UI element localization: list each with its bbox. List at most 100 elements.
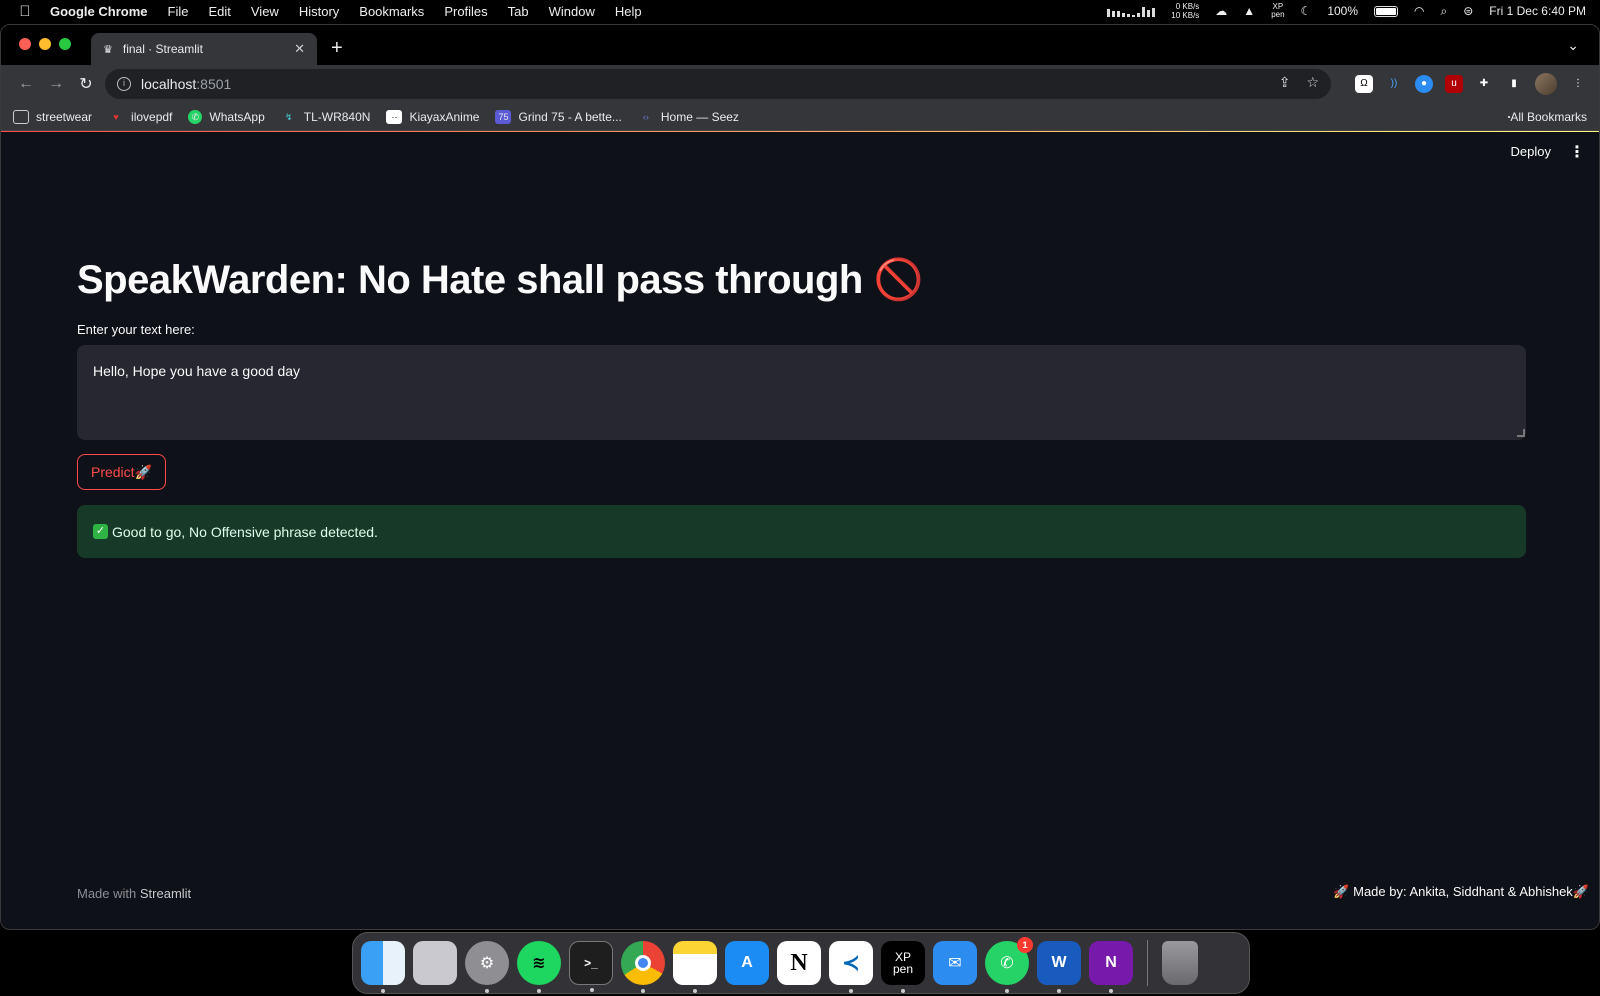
spotlight-search-icon[interactable]: ⌕	[1441, 4, 1448, 19]
deploy-button[interactable]: Deploy	[1511, 144, 1551, 159]
footer-prefix: Made with	[77, 886, 137, 901]
footer-made-with: Made with Streamlit	[77, 886, 191, 901]
tab-search-chevron-icon[interactable]: ⌄	[1567, 37, 1579, 54]
menu-tab[interactable]: Tab	[508, 4, 529, 19]
text-input-area[interactable]	[77, 345, 1526, 440]
side-panel-icon[interactable]: ▮	[1505, 75, 1523, 93]
chrome-icon[interactable]	[621, 941, 665, 993]
vscode-icon[interactable]: ≺	[829, 941, 873, 993]
bookmark-grind75[interactable]: 75 Grind 75 - A bette...	[495, 109, 622, 124]
extension-voice-icon[interactable]: ))	[1385, 75, 1403, 93]
menu-app-name[interactable]: Google Chrome	[50, 4, 148, 19]
zoom-window-button[interactable]	[59, 38, 71, 50]
chrome-menu-icon[interactable]: ⋮	[1569, 75, 1587, 93]
moon-icon[interactable]: ☾	[1301, 4, 1312, 18]
browser-toolbar: ← → ↻ i localhost:8501 ⇪ ☆ Ω )) ● u ✚ ▮ …	[1, 65, 1599, 103]
footer-streamlit-link[interactable]: Streamlit	[140, 886, 191, 901]
forward-arrow-icon[interactable]: →	[41, 75, 71, 93]
streamlit-page: Deploy ⋮ SpeakWarden: No Hate shall pass…	[1, 132, 1599, 926]
extension-ublock-icon[interactable]: u	[1445, 75, 1463, 93]
profile-avatar[interactable]	[1535, 73, 1557, 95]
extensions-puzzle-icon[interactable]: ✚	[1475, 75, 1493, 93]
menu-profiles[interactable]: Profiles	[444, 4, 487, 19]
new-tab-plus-icon[interactable]: +	[331, 37, 343, 60]
close-tab-icon[interactable]: ✕	[294, 41, 305, 57]
all-bookmarks-button[interactable]: All Bookmarks	[1508, 110, 1587, 124]
notes-icon[interactable]	[673, 941, 717, 993]
address-bar[interactable]: i localhost:8501 ⇪ ☆	[105, 69, 1331, 99]
net-down-speed: 10 KB/s	[1171, 11, 1200, 20]
tplink-icon: ↯	[284, 111, 293, 122]
menu-bookmarks[interactable]: Bookmarks	[359, 4, 424, 19]
site-info-icon[interactable]: i	[117, 77, 131, 91]
extension-omega-icon[interactable]: Ω	[1355, 75, 1373, 93]
streamlit-crown-icon: ♛	[103, 43, 113, 56]
wifi-icon[interactable]: ◠	[1414, 4, 1424, 18]
close-window-button[interactable]	[19, 38, 31, 50]
success-message: Good to go, No Offensive phrase detected…	[112, 523, 378, 540]
system-settings-icon[interactable]: ⚙	[465, 941, 509, 993]
menu-view[interactable]: View	[251, 4, 279, 19]
battery-icon[interactable]	[1374, 5, 1399, 17]
app-store-icon[interactable]: A	[725, 941, 769, 985]
spotify-icon[interactable]: ≋	[517, 941, 561, 993]
tab-active[interactable]: ♛ final · Streamlit ✕	[91, 33, 317, 65]
battery-percent: 100%	[1327, 4, 1359, 18]
whatsapp-dock-icon[interactable]: ✆ 1	[985, 937, 1033, 993]
url-host: localhost	[141, 76, 197, 92]
xppen-icon[interactable]: XP pen	[1271, 3, 1284, 19]
network-speed[interactable]: 0 KB/s 10 KB/s	[1171, 2, 1199, 20]
back-arrow-icon[interactable]: ←	[11, 75, 41, 93]
bookmarks-bar: streetwear ♥ ilovepdf ✆ WhatsApp ↯ TL-WR…	[1, 103, 1599, 131]
net-up-speed: 0 KB/s	[1175, 2, 1200, 11]
bookmark-seez[interactable]: ‹› Home — Seez	[638, 110, 739, 124]
trash-icon[interactable]	[1162, 941, 1198, 985]
launchpad-icon[interactable]	[413, 941, 457, 985]
menu-help[interactable]: Help	[615, 4, 642, 19]
footer-credits: 🚀 Made by: Ankita, Siddhant & Abhishek🚀	[1333, 884, 1589, 899]
onenote-icon[interactable]: N	[1089, 941, 1133, 993]
share-icon[interactable]: ⇪	[1279, 74, 1291, 91]
heart-icon: ♥	[113, 111, 119, 122]
text-input-label: Enter your text here:	[77, 322, 195, 337]
terminal-icon[interactable]: >_	[569, 941, 613, 992]
bookmark-star-icon[interactable]: ☆	[1306, 74, 1319, 91]
control-center-icon[interactable]: ⊜	[1463, 4, 1473, 18]
main-menu-kebab-icon[interactable]: ⋮	[1569, 142, 1585, 162]
predict-button[interactable]: Predict🚀	[77, 454, 166, 490]
bookmark-ilovepdf[interactable]: ♥ ilovepdf	[108, 110, 172, 124]
finder-icon[interactable]	[361, 941, 405, 993]
apple-icon[interactable]: 	[0, 3, 50, 20]
xppen-dock-icon[interactable]: XP pen	[881, 941, 925, 993]
whatsapp-icon: ✆	[188, 109, 203, 124]
menu-file[interactable]: File	[168, 4, 189, 19]
bookmark-label: KiayaxAnime	[409, 109, 480, 124]
minimize-window-button[interactable]	[39, 38, 51, 50]
macos-dock: ⚙ ≋ >_ A N ≺ XP pen ✉ ✆ 1 W N	[352, 932, 1250, 994]
menubar-clock[interactable]: Fri 1 Dec 6:40 PM	[1489, 4, 1586, 18]
bookmark-kiayaxanime[interactable]: ·· KiayaxAnime	[386, 109, 480, 124]
mail-icon[interactable]: ✉	[933, 941, 977, 985]
resize-handle-icon[interactable]	[1517, 429, 1525, 437]
notion-icon[interactable]: N	[777, 941, 821, 985]
bookmark-label: Home — Seez	[660, 109, 739, 124]
bookmark-label: streetwear	[36, 109, 93, 124]
cloud-icon[interactable]: ☁	[1215, 4, 1227, 18]
folder-icon	[13, 109, 29, 124]
bookmark-label: WhatsApp	[209, 109, 265, 124]
success-alert: ✓ Good to go, No Offensive phrase detect…	[77, 505, 1526, 558]
cpu-graph-icon[interactable]	[1107, 5, 1156, 17]
reload-icon[interactable]: ↻	[71, 74, 101, 94]
tab-strip: ♛ final · Streamlit ✕ + ⌄	[1, 25, 1599, 65]
word-icon[interactable]: W	[1037, 941, 1081, 993]
bookmark-streetwear[interactable]: streetwear	[13, 109, 93, 124]
bookmark-whatsapp[interactable]: ✆ WhatsApp	[188, 109, 265, 124]
all-bookmarks-label: All Bookmarks	[1510, 109, 1587, 124]
menu-window[interactable]: Window	[549, 4, 595, 19]
menu-edit[interactable]: Edit	[208, 4, 230, 19]
drive-icon[interactable]: ▲	[1243, 4, 1255, 18]
extension-blue-icon[interactable]: ●	[1415, 75, 1433, 93]
window-controls	[19, 38, 71, 50]
bookmark-tl-wr840n[interactable]: ↯ TL-WR840N	[281, 110, 370, 124]
menu-history[interactable]: History	[299, 4, 339, 19]
